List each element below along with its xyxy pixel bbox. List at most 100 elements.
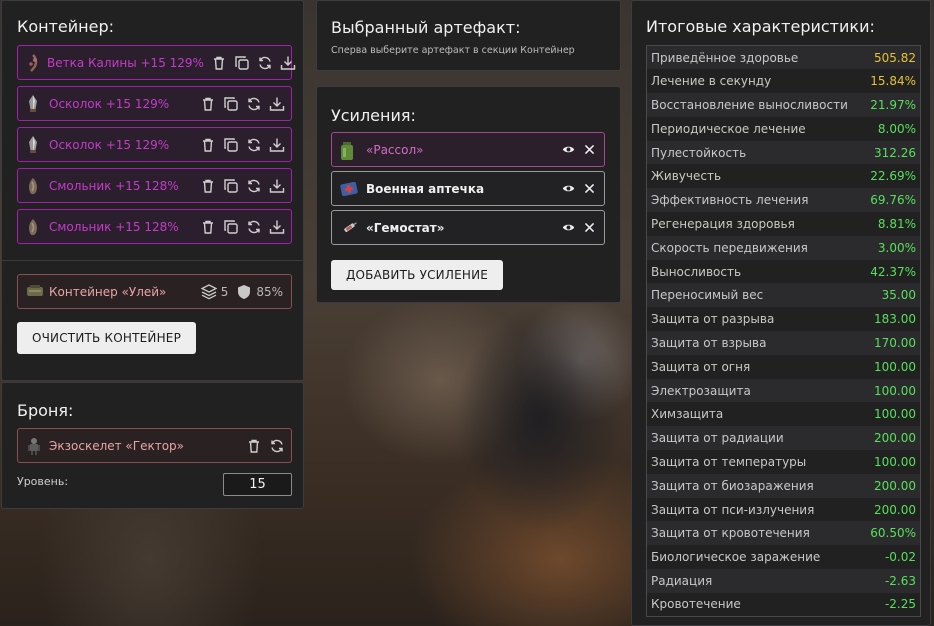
container-slots: 5: [200, 283, 229, 300]
jar-icon: [340, 141, 356, 160]
artifact-actions: [193, 178, 285, 194]
boost-list: «Рассол» Военная аптечка «Гемостат»: [331, 132, 605, 249]
armor-item-row[interactable]: Экзоскелет «Гектор»: [17, 428, 292, 463]
container-item-name: Контейнер «Улей»: [49, 284, 167, 299]
trash-icon[interactable]: [211, 55, 227, 71]
stat-value: 8.00%: [863, 116, 921, 141]
artifact-row[interactable]: Осколок +15 129%: [17, 86, 292, 121]
artifact-actions: [193, 137, 285, 153]
container-item-row[interactable]: Контейнер «Улей» 5 85%: [17, 274, 292, 309]
armor-item-name: Экзоскелет «Гектор»: [49, 438, 185, 453]
artifact-name: Смольник +15 128%: [49, 219, 179, 234]
replace-icon[interactable]: [257, 55, 273, 71]
stat-label: Выносливость: [646, 259, 864, 284]
stat-row: Пулестойкость 312.26: [646, 140, 921, 165]
replace-icon[interactable]: [246, 178, 262, 194]
armor-level-input[interactable]: [223, 473, 292, 496]
trash-icon[interactable]: [200, 96, 216, 112]
shield-icon: [238, 284, 251, 299]
eye-icon[interactable]: [562, 182, 575, 195]
stat-value: 3.00%: [863, 235, 921, 260]
trash-icon[interactable]: [200, 219, 216, 235]
boost-item-medkit[interactable]: Военная аптечка: [331, 171, 605, 206]
copy-icon[interactable]: [234, 55, 250, 71]
stat-label: Лечение в секунду: [646, 69, 864, 94]
stat-row: Защита от взрыва 170.00: [646, 331, 921, 355]
artifact-row[interactable]: Смольник +15 128%: [17, 209, 292, 244]
close-icon[interactable]: [583, 182, 596, 195]
branch-artifact-icon: [26, 53, 40, 72]
stat-label: Периодическое лечение: [646, 116, 864, 141]
stat-label: Биологическое заражение: [646, 545, 864, 570]
stat-label: Защита от взрыва: [646, 331, 864, 355]
download-icon[interactable]: [280, 55, 296, 71]
boost-item-hemostat[interactable]: «Гемостат»: [331, 210, 605, 245]
stat-label: Приведённое здоровье: [646, 45, 864, 70]
close-icon[interactable]: [583, 221, 596, 234]
exoskeleton-icon: [26, 437, 42, 455]
download-icon[interactable]: [269, 137, 285, 153]
eye-icon[interactable]: [562, 143, 575, 156]
download-icon[interactable]: [269, 178, 285, 194]
selected-artifact-title: Выбранный артефакт:: [331, 18, 521, 37]
copy-icon[interactable]: [223, 219, 239, 235]
download-icon[interactable]: [269, 96, 285, 112]
stat-label: Пулестойкость: [646, 140, 864, 165]
artifact-row[interactable]: Ветка Калины +15 129%: [17, 45, 296, 80]
replace-icon[interactable]: [246, 137, 262, 153]
stat-label: Защита от огня: [646, 354, 864, 379]
stat-value: 21.97%: [863, 93, 921, 117]
replace-icon[interactable]: [246, 219, 262, 235]
shard-artifact-icon: [26, 135, 42, 154]
eye-icon[interactable]: [562, 221, 575, 234]
trash-icon[interactable]: [200, 137, 216, 153]
medkit-icon: [340, 181, 358, 197]
stat-value: -0.02: [863, 545, 921, 570]
stat-label: Переносимый вес: [646, 283, 864, 308]
stat-row: Выносливость 42.37%: [646, 259, 921, 284]
stat-label: Регенерация здоровья: [646, 212, 864, 236]
replace-icon[interactable]: [269, 438, 285, 454]
divider: [2, 260, 303, 261]
stat-row: Переносимый вес 35.00: [646, 283, 921, 308]
stat-label: Химзащита: [646, 402, 864, 427]
add-boost-button[interactable]: ДОБАВИТЬ УСИЛЕНИЕ: [331, 260, 503, 290]
replace-icon[interactable]: [246, 96, 262, 112]
close-icon[interactable]: [583, 143, 596, 156]
stat-value: 170.00: [863, 331, 921, 355]
stat-label: Защита от разрыва: [646, 307, 864, 332]
copy-icon[interactable]: [223, 178, 239, 194]
artifact-actions: [193, 96, 285, 112]
stat-row: Живучесть 22.69%: [646, 164, 921, 189]
artifact-actions: [204, 55, 296, 71]
artifact-row[interactable]: Осколок +15 129%: [17, 127, 292, 162]
stat-label: Защита от биозаражения: [646, 473, 864, 498]
trash-icon[interactable]: [246, 438, 262, 454]
armor-panel: Броня: Экзоскелет «Гектор» Уровень:: [1, 382, 304, 509]
trash-icon[interactable]: [200, 178, 216, 194]
stat-row: Защита от пси-излучения 200.00: [646, 497, 921, 522]
clear-container-button[interactable]: ОЧИСТИТЬ КОНТЕЙНЕР: [17, 322, 196, 354]
stat-row: Защита от кровотечения 60.50%: [646, 521, 921, 546]
stats-title: Итоговые характеристики:: [646, 17, 875, 36]
stat-row: Защита от радиации 200.00: [646, 426, 921, 451]
stat-value: 100.00: [863, 450, 921, 474]
stat-label: Восстановление выносливости: [646, 93, 864, 117]
boost-name: «Рассол»: [366, 142, 424, 157]
container-slots-value: 5: [220, 284, 229, 299]
download-icon[interactable]: [269, 219, 285, 235]
boosts-panel: Усиления: «Рассол» Военная аптечка «Гемо…: [316, 86, 621, 303]
armor-title: Броня:: [17, 401, 74, 420]
copy-icon[interactable]: [223, 137, 239, 153]
stat-label: Защита от пси-излучения: [646, 497, 864, 522]
boost-item-brine[interactable]: «Рассол»: [331, 132, 605, 167]
stat-value: 183.00: [863, 307, 921, 332]
container-case-icon: [26, 283, 43, 301]
stat-value: 22.69%: [863, 164, 921, 189]
copy-icon[interactable]: [223, 96, 239, 112]
stat-row: Биологическое заражение -0.02: [646, 545, 921, 570]
stat-row: Защита от температуры 100.00: [646, 450, 921, 474]
container-panel: Контейнер: Ветка Калины +15 129% Осколок …: [1, 0, 304, 381]
artifact-row[interactable]: Смольник +15 128%: [17, 168, 292, 203]
stat-label: Живучесть: [646, 164, 864, 189]
